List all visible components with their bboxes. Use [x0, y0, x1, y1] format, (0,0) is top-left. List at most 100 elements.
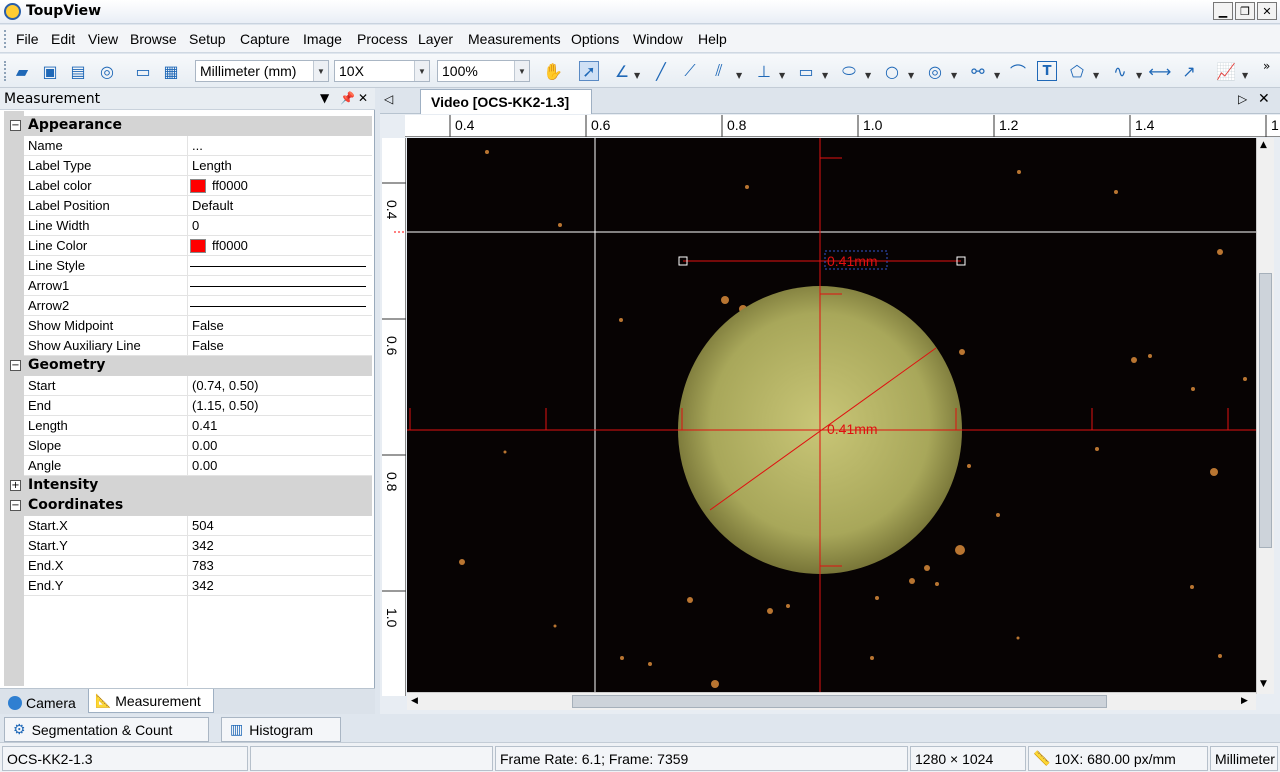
- menu-options[interactable]: Options: [571, 31, 619, 47]
- collapse-icon[interactable]: −: [10, 360, 21, 371]
- menu-file[interactable]: File: [16, 31, 39, 47]
- menu-setup[interactable]: Setup: [189, 31, 226, 47]
- scroll-down-icon[interactable]: ▼: [1260, 679, 1267, 689]
- ellipse-icon[interactable]: ⬭: [839, 61, 859, 81]
- menu-browse[interactable]: Browse: [130, 31, 177, 47]
- menu-capture[interactable]: Capture: [240, 31, 290, 47]
- concentric-circle-icon[interactable]: ◎: [925, 61, 945, 81]
- collapse-icon[interactable]: −: [10, 120, 21, 131]
- collapse-icon[interactable]: −: [10, 500, 21, 511]
- close-icon[interactable]: ✕: [358, 91, 368, 105]
- tab-histogram[interactable]: ▥ Histogram: [221, 717, 341, 742]
- perpendicular-icon[interactable]: ⊥: [754, 61, 774, 81]
- rectangle-icon[interactable]: ▭: [796, 61, 816, 81]
- chevron-down-icon[interactable]: ▼: [908, 67, 914, 82]
- property-row[interactable]: Arrow2: [24, 296, 372, 316]
- menu-window[interactable]: Window: [633, 31, 683, 47]
- property-row[interactable]: End.Y 342: [24, 576, 372, 596]
- tab-camera[interactable]: Camera: [2, 691, 86, 714]
- property-row[interactable]: Label color ff0000: [24, 176, 372, 196]
- arrow-icon[interactable]: ↗: [1179, 61, 1199, 81]
- menu-measurements[interactable]: Measurements: [468, 31, 561, 47]
- text-icon[interactable]: T: [1037, 61, 1057, 81]
- chevron-down-icon[interactable]: ▼: [951, 67, 957, 82]
- chevron-down-icon[interactable]: ▼: [320, 91, 329, 105]
- unit-select[interactable]: Millimeter (mm) ▼: [195, 60, 329, 82]
- hand-icon[interactable]: ✋: [543, 61, 563, 81]
- scroll-right-icon[interactable]: ▶: [1241, 696, 1248, 706]
- tab-segmentation-count[interactable]: ⚙ Segmentation & Count: [4, 717, 209, 742]
- toolbar-overflow-icon[interactable]: »: [1263, 59, 1270, 73]
- property-row[interactable]: Length 0.41: [24, 416, 372, 436]
- menu-view[interactable]: View: [88, 31, 118, 47]
- tab-video[interactable]: Video [OCS-KK2-1.3]: [420, 89, 592, 114]
- pointer-icon[interactable]: ➚: [579, 61, 599, 81]
- browse-icon[interactable]: ▭: [133, 61, 153, 81]
- calibrate-icon[interactable]: 📈: [1216, 61, 1236, 81]
- category-intensity[interactable]: + Intensity: [4, 476, 372, 496]
- maximize-button[interactable]: ❐: [1235, 2, 1255, 20]
- menu-process[interactable]: Process: [357, 31, 408, 47]
- scroll-up-icon[interactable]: ▲: [1260, 140, 1267, 150]
- minimize-button[interactable]: ▁: [1213, 2, 1233, 20]
- property-row[interactable]: Slope 0.00: [24, 436, 372, 456]
- magnification-select[interactable]: 10X ▼: [334, 60, 430, 82]
- category-coordinates[interactable]: − Coordinates: [4, 496, 372, 516]
- curve-icon[interactable]: ∿: [1110, 61, 1130, 81]
- property-row[interactable]: Arrow1: [24, 276, 372, 296]
- chevron-down-icon[interactable]: ▼: [1093, 67, 1099, 82]
- status-calibration[interactable]: 📏 10X: 680.00 px/mm: [1028, 746, 1208, 771]
- category-appearance[interactable]: − Appearance: [4, 116, 372, 136]
- property-row[interactable]: Start (0.74, 0.50): [24, 376, 372, 396]
- camera-icon[interactable]: ◎: [97, 61, 117, 81]
- chevron-down-icon[interactable]: ▼: [736, 67, 742, 82]
- save-as-icon[interactable]: ▤: [68, 61, 88, 81]
- circle-icon[interactable]: ○: [882, 61, 902, 81]
- horizontal-scrollbar[interactable]: ◀ ▶: [407, 692, 1256, 710]
- menu-layer[interactable]: Layer: [418, 31, 453, 47]
- property-row[interactable]: Start.X 504: [24, 516, 372, 536]
- tab-measurement[interactable]: 📐 Measurement: [88, 689, 214, 713]
- pin-icon[interactable]: 📌: [340, 91, 355, 105]
- scroll-thumb[interactable]: [572, 695, 1107, 708]
- property-row[interactable]: Label Type Length: [24, 156, 372, 176]
- property-row[interactable]: Line Style: [24, 256, 372, 276]
- open-icon[interactable]: ▰: [12, 61, 32, 81]
- chevron-down-icon[interactable]: ▼: [779, 67, 785, 82]
- chevron-down-icon[interactable]: ▼: [634, 67, 640, 82]
- expand-icon[interactable]: +: [10, 480, 21, 491]
- measurement-label[interactable]: 0.41mm: [827, 253, 878, 269]
- chevron-down-icon[interactable]: ▼: [1242, 67, 1248, 82]
- grid-icon[interactable]: ▦: [161, 61, 181, 81]
- save-icon[interactable]: ▣: [40, 61, 60, 81]
- angle-icon[interactable]: ∠: [612, 61, 632, 81]
- vertical-scrollbar[interactable]: ▲ ▼: [1256, 138, 1274, 694]
- property-row[interactable]: Line Color ff0000: [24, 236, 372, 256]
- tab-scroll-left-icon[interactable]: ◁: [384, 92, 393, 106]
- scroll-left-icon[interactable]: ◀: [411, 696, 418, 706]
- zoom-select[interactable]: 100% ▼: [437, 60, 530, 82]
- scroll-thumb[interactable]: [1259, 273, 1272, 548]
- property-row[interactable]: Label Position Default: [24, 196, 372, 216]
- property-row[interactable]: End.X 783: [24, 556, 372, 576]
- arc-icon[interactable]: ⌒: [1008, 61, 1028, 82]
- close-icon[interactable]: ✕: [1258, 91, 1270, 107]
- property-row[interactable]: Show Midpoint False: [24, 316, 372, 336]
- polygon-icon[interactable]: ⬠: [1067, 61, 1087, 81]
- polyline-icon[interactable]: ⟋: [680, 61, 700, 81]
- category-geometry[interactable]: − Geometry: [4, 356, 372, 376]
- property-row[interactable]: Line Width 0: [24, 216, 372, 236]
- parallel-icon[interactable]: ⫽: [709, 61, 729, 81]
- link-icon[interactable]: ⚯: [968, 61, 988, 81]
- property-row[interactable]: Angle 0.00: [24, 456, 372, 476]
- property-row[interactable]: Show Auxiliary Line False: [24, 336, 372, 356]
- measurement-label[interactable]: 0.41mm: [827, 421, 878, 437]
- chevron-down-icon[interactable]: ▼: [865, 67, 871, 82]
- scale-bar-icon[interactable]: ⟷: [1149, 61, 1172, 81]
- menu-image[interactable]: Image: [303, 31, 342, 47]
- image-viewport[interactable]: 0.41mm 0.41mm: [407, 138, 1256, 692]
- close-button[interactable]: ✕: [1257, 2, 1277, 20]
- chevron-down-icon[interactable]: ▼: [1136, 67, 1142, 82]
- property-row[interactable]: End (1.15, 0.50): [24, 396, 372, 416]
- chevron-down-icon[interactable]: ▼: [994, 67, 1000, 82]
